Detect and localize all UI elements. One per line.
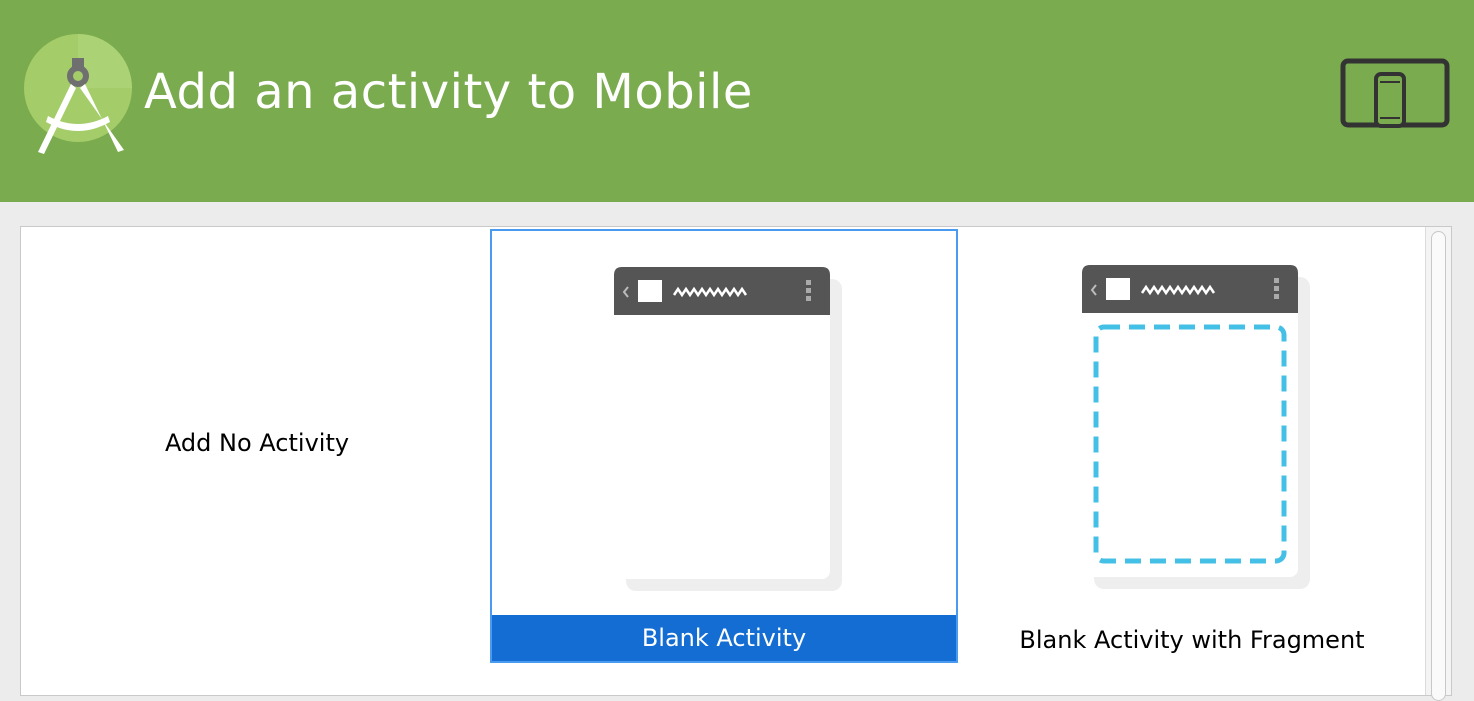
- tile-add-no-activity[interactable]: Add No Activity: [23, 229, 491, 663]
- fragment-activity-preview-icon: [1082, 265, 1310, 589]
- tile-blank-activity[interactable]: Blank Activity: [490, 229, 958, 663]
- blank-activity-preview-icon: [614, 267, 842, 591]
- tile-blank-activity-with-fragment[interactable]: Blank Activity with Fragment: [958, 229, 1426, 663]
- scrollbar-thumb[interactable]: [1431, 231, 1446, 701]
- tile-label: Blank Activity: [492, 615, 956, 661]
- phone-tablet-icon: [1340, 58, 1450, 128]
- tile-label: Blank Activity with Fragment: [1019, 626, 1365, 654]
- vertical-scrollbar[interactable]: [1425, 227, 1451, 701]
- activity-gallery: Add No Activity Blank Activity Blank Act…: [20, 226, 1452, 701]
- page-title: Add an activity to Mobile: [144, 64, 753, 120]
- android-studio-logo-icon: [24, 34, 132, 154]
- wizard-header: Add an activity to Mobile: [0, 0, 1474, 202]
- tile-label: Add No Activity: [164, 429, 350, 457]
